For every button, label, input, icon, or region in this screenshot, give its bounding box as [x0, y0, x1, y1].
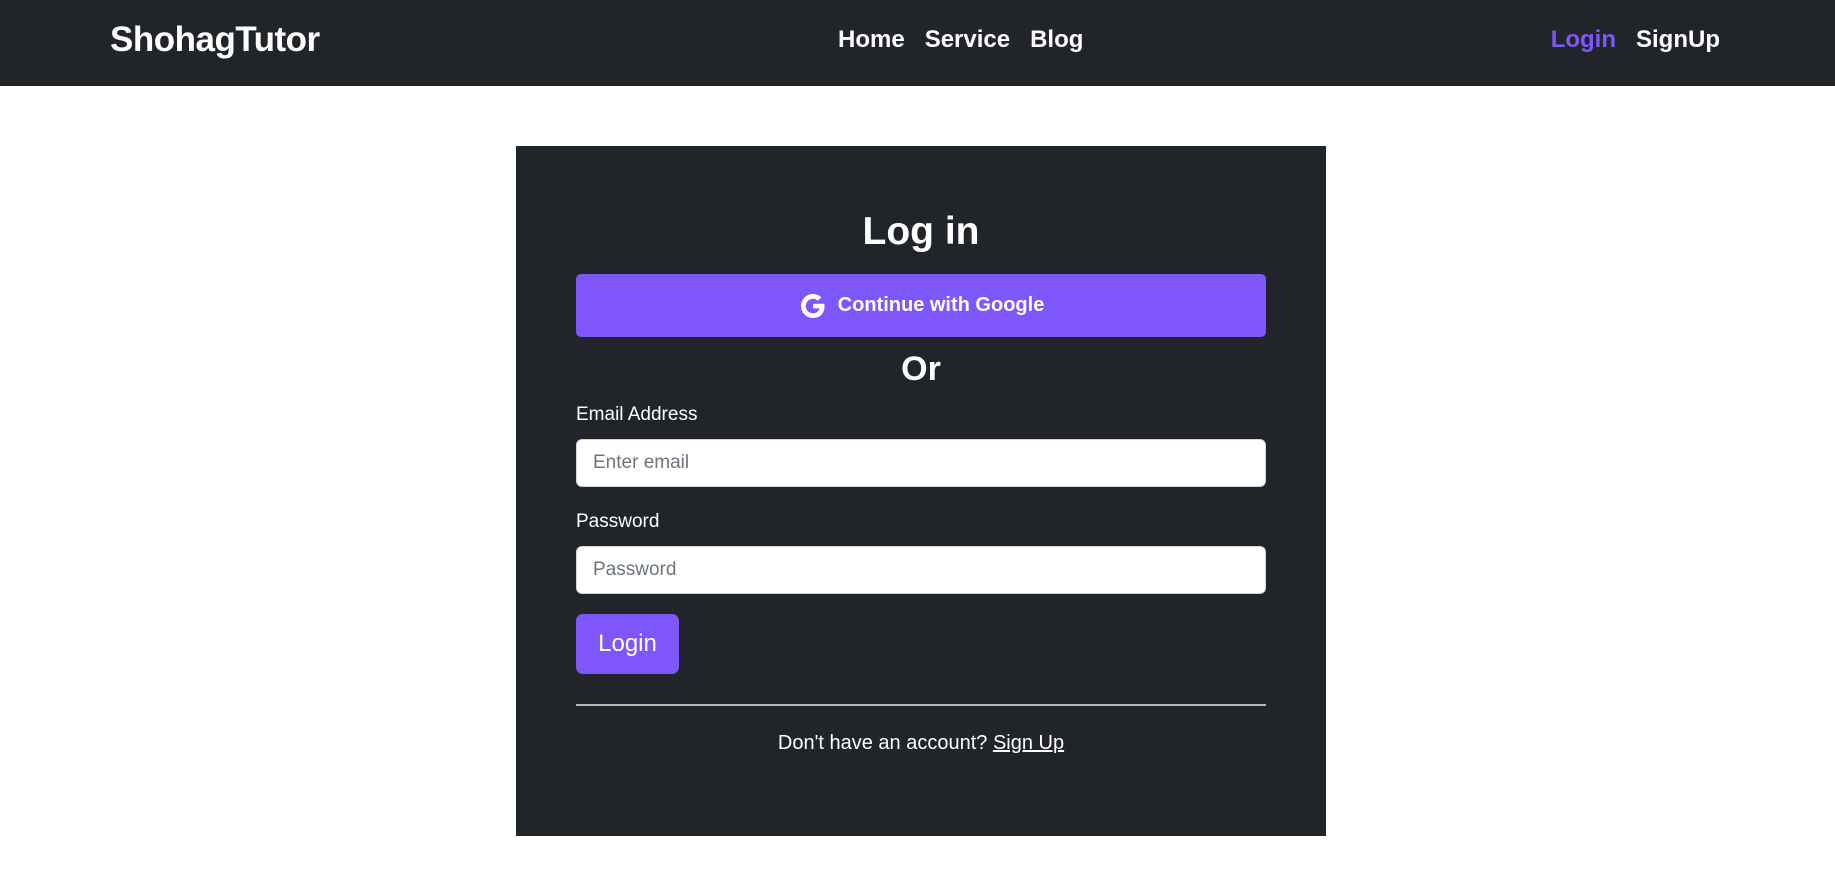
password-input[interactable]	[576, 546, 1266, 594]
nav-link-login[interactable]: Login	[1551, 25, 1616, 55]
or-separator: Or	[901, 350, 941, 388]
login-title: Log in	[862, 210, 980, 253]
nav-link-blog[interactable]: Blog	[1030, 25, 1083, 55]
email-label: Email Address	[576, 404, 698, 425]
google-login-button[interactable]: Continue with Google	[576, 274, 1266, 337]
nav-link-home[interactable]: Home	[838, 25, 905, 55]
signup-prompt-text: Don't have an account?	[777, 732, 993, 754]
main-nav: Home Service Blog	[838, 25, 1083, 55]
signup-prompt: Don't have an account? Sign Up	[576, 730, 1266, 756]
divider	[576, 704, 1266, 706]
signup-link[interactable]: Sign Up	[993, 732, 1064, 754]
login-card: Log in Continue with Google Or Email Add…	[516, 146, 1326, 836]
password-label: Password	[576, 511, 660, 532]
login-submit-button[interactable]: Login	[576, 614, 679, 674]
nav-link-service[interactable]: Service	[925, 25, 1010, 55]
google-icon	[798, 291, 828, 321]
brand-logo[interactable]: ShohagTutor	[110, 20, 320, 60]
google-button-label: Continue with Google	[837, 294, 1045, 316]
email-input[interactable]	[576, 439, 1266, 487]
nav-link-signup[interactable]: SignUp	[1636, 25, 1720, 55]
auth-nav: Login SignUp	[1551, 25, 1720, 55]
top-navbar: ShohagTutor Home Service Blog Login Sign…	[0, 0, 1835, 86]
